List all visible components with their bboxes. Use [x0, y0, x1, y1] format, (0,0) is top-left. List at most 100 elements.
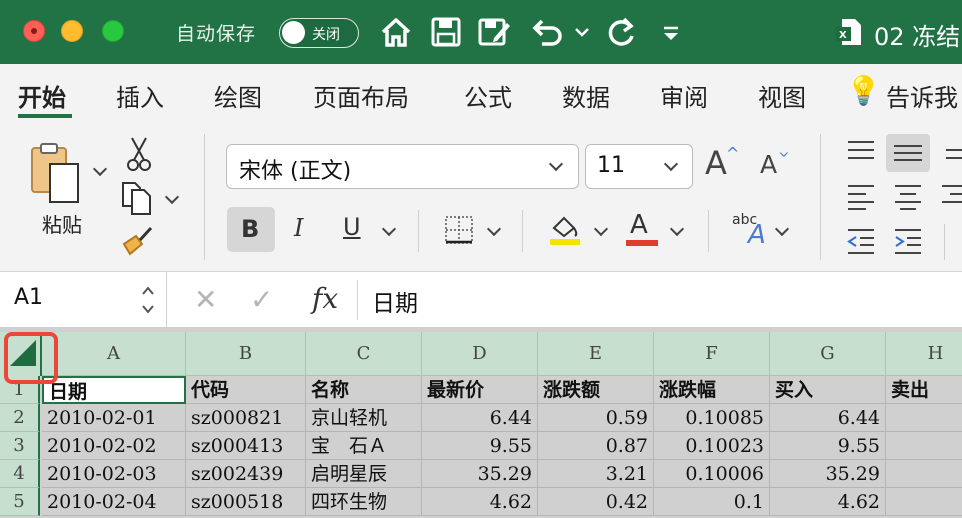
header-cell-e[interactable]: 涨跌额 — [538, 376, 654, 404]
copy-icon[interactable] — [120, 180, 154, 216]
home-icon[interactable] — [378, 14, 414, 50]
table-cell[interactable]: 2010-02-02 — [42, 432, 186, 460]
borders-icon[interactable] — [444, 215, 474, 245]
table-cell[interactable]: 0.10085 — [654, 404, 770, 432]
text-effects-button[interactable]: A — [748, 220, 766, 250]
table-cell[interactable]: 3.21 — [538, 460, 654, 488]
tab-draw[interactable]: 绘图 — [214, 78, 262, 113]
fill-color-icon[interactable] — [548, 212, 582, 246]
tab-view[interactable]: 视图 — [758, 78, 806, 113]
redo-icon[interactable] — [604, 14, 640, 50]
shrink-font-button[interactable]: A — [760, 150, 777, 179]
header-cell-b[interactable]: 代码 — [186, 376, 306, 404]
format-painter-icon[interactable] — [122, 224, 154, 256]
table-cell[interactable] — [886, 404, 962, 432]
cancel-edit-icon[interactable]: ✕ — [194, 283, 217, 316]
table-cell[interactable]: 4.62 — [422, 488, 538, 516]
table-cell[interactable]: 35.29 — [422, 460, 538, 488]
table-cell[interactable]: 启明星辰 — [306, 460, 422, 488]
insert-function-button[interactable]: fx — [312, 282, 338, 315]
table-cell[interactable] — [886, 488, 962, 516]
table-cell[interactable]: 2010-02-04 — [42, 488, 186, 516]
customize-toolbar-icon[interactable] — [656, 14, 686, 50]
bold-button[interactable]: B — [227, 207, 275, 252]
row-header-4[interactable]: 4 — [0, 460, 40, 488]
table-cell[interactable]: 四环生物 — [306, 488, 422, 516]
table-cell[interactable]: 0.87 — [538, 432, 654, 460]
name-box[interactable]: A1 — [0, 272, 167, 328]
tab-home[interactable]: 开始 — [18, 78, 66, 113]
decrease-indent-icon[interactable] — [846, 226, 876, 256]
header-cell-c[interactable]: 名称 — [306, 376, 422, 404]
formula-input[interactable]: 日期 — [372, 284, 418, 318]
table-cell[interactable]: sz000413 — [186, 432, 306, 460]
align-center-icon[interactable] — [893, 182, 923, 212]
font-size-dropdown[interactable]: 11 — [585, 144, 693, 189]
zoom-window-button[interactable] — [102, 20, 124, 42]
paste-dropdown-icon[interactable] — [92, 161, 108, 177]
tab-review[interactable]: 审阅 — [660, 78, 708, 113]
tab-formulas[interactable]: 公式 — [464, 78, 512, 113]
header-cell-d[interactable]: 最新价 — [422, 376, 538, 404]
row-header-3[interactable]: 3 — [0, 432, 40, 460]
table-cell[interactable]: 京山轻机 — [306, 404, 422, 432]
borders-dropdown-icon[interactable] — [486, 221, 502, 237]
table-cell[interactable] — [886, 460, 962, 488]
table-cell[interactable]: 0.59 — [538, 404, 654, 432]
table-cell[interactable]: 0.42 — [538, 488, 654, 516]
font-name-dropdown[interactable]: 宋体 (正文) — [226, 144, 579, 189]
table-cell[interactable]: 宝 石Ａ — [306, 432, 422, 460]
column-header-h[interactable]: H — [886, 332, 962, 376]
tab-data[interactable]: 数据 — [562, 78, 610, 113]
table-cell[interactable]: 9.55 — [770, 432, 886, 460]
header-cell-f[interactable]: 涨跌幅 — [654, 376, 770, 404]
column-header-b[interactable]: B — [186, 332, 306, 376]
save-icon[interactable] — [428, 14, 464, 50]
table-cell[interactable]: 6.44 — [422, 404, 538, 432]
table-cell[interactable]: 0.10006 — [654, 460, 770, 488]
align-left-icon[interactable] — [846, 182, 876, 212]
undo-icon[interactable] — [528, 14, 564, 50]
table-cell[interactable]: 6.44 — [770, 404, 886, 432]
row-header-5[interactable]: 5 — [0, 488, 40, 516]
table-cell[interactable]: 0.1 — [654, 488, 770, 516]
font-color-dropdown-icon[interactable] — [669, 221, 685, 237]
fill-color-dropdown-icon[interactable] — [593, 221, 609, 237]
align-middle-button[interactable] — [886, 134, 930, 172]
italic-button[interactable]: I — [294, 214, 303, 242]
font-color-button[interactable]: A — [630, 210, 648, 240]
autosave-toggle[interactable]: 关闭 — [279, 18, 359, 48]
header-cell-g[interactable]: 买入 — [770, 376, 886, 404]
column-header-f[interactable]: F — [654, 332, 770, 376]
tab-page-layout[interactable]: 页面布局 — [313, 78, 409, 113]
table-cell[interactable]: 4.62 — [770, 488, 886, 516]
lightbulb-icon[interactable]: 💡 — [846, 74, 881, 107]
underline-button[interactable]: U — [343, 213, 361, 241]
column-header-d[interactable]: D — [422, 332, 538, 376]
table-cell[interactable]: 2010-02-01 — [42, 404, 186, 432]
column-header-a[interactable]: A — [42, 332, 186, 376]
undo-dropdown-icon[interactable] — [572, 14, 592, 50]
minimize-window-button[interactable] — [61, 20, 83, 42]
column-header-g[interactable]: G — [770, 332, 886, 376]
header-cell-h[interactable]: 卖出 — [886, 376, 962, 404]
table-cell[interactable] — [886, 432, 962, 460]
table-cell[interactable]: sz002439 — [186, 460, 306, 488]
tab-tell-me[interactable]: 告诉我 — [886, 78, 958, 113]
save-as-icon[interactable] — [476, 14, 512, 50]
table-cell[interactable]: 9.55 — [422, 432, 538, 460]
table-cell[interactable]: 35.29 — [770, 460, 886, 488]
table-cell[interactable]: 0.10023 — [654, 432, 770, 460]
text-effects-dropdown-icon[interactable] — [774, 221, 790, 237]
copy-dropdown-icon[interactable] — [164, 189, 180, 205]
paste-icon[interactable] — [28, 142, 84, 204]
cut-icon[interactable] — [126, 136, 152, 172]
header-cell-a[interactable]: 日期 — [42, 376, 186, 404]
tab-insert[interactable]: 插入 — [116, 78, 164, 113]
align-right-icon[interactable] — [940, 182, 962, 212]
grow-font-button[interactable]: A — [705, 144, 727, 182]
name-box-stepper-icon[interactable] — [140, 282, 156, 318]
column-header-c[interactable]: C — [306, 332, 422, 376]
underline-dropdown-icon[interactable] — [381, 221, 397, 237]
align-top-icon[interactable] — [846, 138, 876, 164]
